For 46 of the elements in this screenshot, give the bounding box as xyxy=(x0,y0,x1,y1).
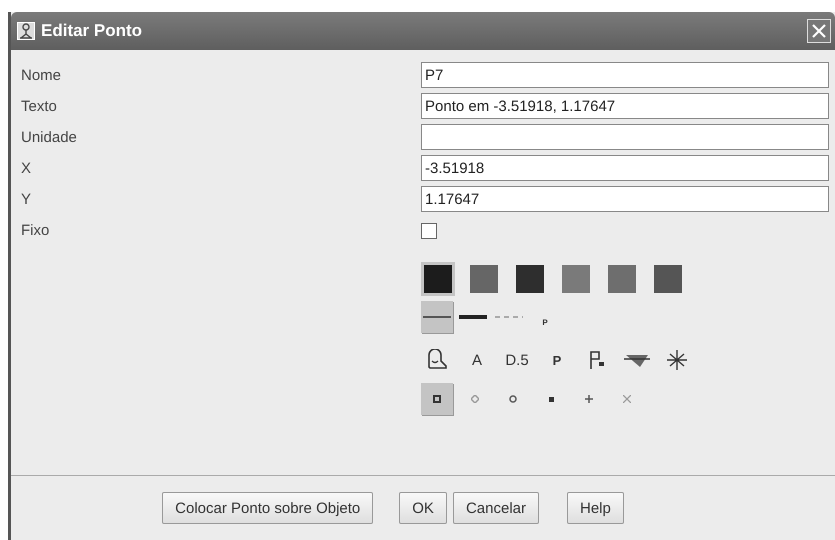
field-label: Unidade xyxy=(21,128,78,148)
color-swatch[interactable] xyxy=(513,262,547,296)
input-field[interactable]: 1.17647 xyxy=(421,186,829,212)
person-icon xyxy=(17,22,35,40)
checkbox[interactable] xyxy=(421,223,437,239)
dialog-button[interactable]: OK xyxy=(399,492,447,524)
dot-point-icon xyxy=(548,396,554,402)
triangle-icon xyxy=(624,352,650,368)
diamond-point-icon xyxy=(471,395,479,403)
color-swatch[interactable] xyxy=(467,262,501,296)
field-label: X xyxy=(21,158,32,178)
label-style-text: P xyxy=(552,352,562,368)
line-style-option[interactable]: P xyxy=(529,301,561,333)
field-label: Nome xyxy=(21,66,62,86)
dialog-button[interactable]: Cancelar xyxy=(452,492,539,524)
cross-point-icon xyxy=(623,395,631,403)
circle-point-icon xyxy=(509,395,517,403)
label-style-option[interactable]: D.5 xyxy=(501,344,533,376)
asterisk-icon xyxy=(666,349,688,371)
point-style-option[interactable] xyxy=(421,383,453,415)
field-label: Y xyxy=(21,190,32,210)
color-swatch[interactable] xyxy=(651,262,685,296)
close-icon xyxy=(811,23,827,39)
color-swatch[interactable] xyxy=(559,262,593,296)
label-style-text: A xyxy=(472,352,482,368)
input-field[interactable]: Ponto em -3.51918, 1.17647 xyxy=(421,93,829,119)
window-title: Editar Ponto xyxy=(41,21,144,41)
flag-icon xyxy=(589,350,605,370)
color-swatch[interactable] xyxy=(421,262,455,296)
dialog-button[interactable]: Colocar Ponto sobre Objeto xyxy=(162,492,374,524)
label-style-option[interactable]: P xyxy=(541,344,573,376)
input-field[interactable] xyxy=(421,124,829,150)
point-label-text: P xyxy=(542,318,548,326)
thin-line-icon xyxy=(423,315,451,319)
dialog-button[interactable]: Help xyxy=(566,492,624,524)
label-style-text: D.5 xyxy=(505,352,529,368)
square-point-icon xyxy=(433,395,441,403)
close-button[interactable] xyxy=(807,19,831,43)
dashed-line-icon xyxy=(495,316,523,318)
input-field[interactable]: P7 xyxy=(421,62,829,88)
label-style-option[interactable]: A xyxy=(461,344,493,376)
input-field[interactable]: -3.51918 xyxy=(421,155,829,181)
field-label: Fixo xyxy=(21,220,50,240)
color-swatch[interactable] xyxy=(605,262,639,296)
field-label: Texto xyxy=(21,96,58,116)
plus-point-icon xyxy=(585,395,593,403)
